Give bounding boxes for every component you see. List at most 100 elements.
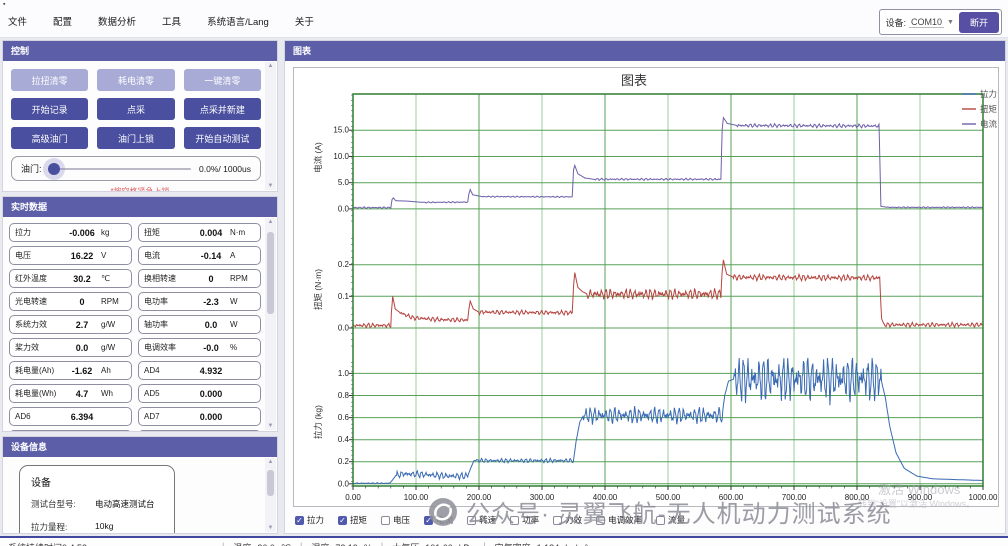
chart-title: 图表 <box>621 73 647 88</box>
status-metrics: | 温度26.0℃ | 湿度72.19% | 大气压101.60kPa | 空气密度1.184… <box>213 541 588 546</box>
menu-bar: 文件 配置 数据分析 工具 系统语言/Lang 关于 <box>8 14 314 28</box>
checkbox-checked-icon[interactable]: ✓ <box>295 515 304 525</box>
rt-field-label: AD4 <box>144 366 160 375</box>
series-checkbox-torque[interactable]: ✓ 扭矩 <box>338 514 367 526</box>
rt-field-unit: N·m <box>230 228 246 237</box>
menu-config[interactable]: 配置 <box>53 14 72 28</box>
realtime-scrollbar[interactable]: ▲ ▼ <box>265 218 276 430</box>
series-checkbox-power[interactable]: 功率 <box>510 514 539 526</box>
x-tick-label: 200.00 <box>467 493 492 502</box>
rt-field-label: AD7 <box>144 412 160 421</box>
y-tick-label: 1.0 <box>338 369 350 378</box>
checkbox-unchecked-icon[interactable] <box>467 515 477 525</box>
rt-field-label: AD5 <box>144 389 160 398</box>
series-checkbox-label: 电流 <box>436 515 454 525</box>
zero-thrust-torque-button[interactable]: 拉扭清零 <box>11 69 89 91</box>
rt-field-unit: W <box>230 320 238 329</box>
scroll-up-icon[interactable]: ▲ <box>265 219 276 225</box>
series-checkbox-esc-efficiency[interactable]: 电调效率 <box>596 514 642 526</box>
checkbox-unchecked-icon[interactable] <box>596 515 606 525</box>
checkbox-unchecked-icon[interactable] <box>381 515 391 525</box>
rt-field-current: 电流 -0.14 A <box>138 246 261 265</box>
throttle-label: 油门: <box>21 164 42 174</box>
rt-field-label: 桨力效 <box>15 343 39 352</box>
rt-field-label: 耗电量(Ah) <box>15 366 55 375</box>
disconnect-button[interactable]: 断开 <box>958 11 999 33</box>
throttle-slider-box: 油门: 0.0%/ 1000us <box>11 156 261 181</box>
rt-field-label: 光电转速 <box>15 297 47 306</box>
checkbox-checked-icon[interactable]: ✓ <box>424 515 434 525</box>
y-tick-label: 0.2 <box>338 457 350 466</box>
x-tick-label: 400.00 <box>593 493 618 502</box>
scroll-down-icon[interactable]: ▼ <box>265 183 276 189</box>
rt-field-unit: RPM <box>230 274 248 283</box>
menu-tools[interactable]: 工具 <box>162 14 181 28</box>
y-axis-label-thrust: 拉力 (kg) <box>313 405 323 439</box>
zero-all-button[interactable]: 一键清零 <box>183 69 261 91</box>
status-temperature: 温度26.0℃ <box>233 541 291 546</box>
status-separator: | <box>222 541 225 546</box>
point-sample-new-button[interactable]: 点采并新建 <box>183 98 261 120</box>
scroll-up-icon[interactable]: ▲ <box>265 459 276 465</box>
scrollbar-thumb[interactable] <box>267 470 274 496</box>
series-checkbox-label: 转速 <box>479 515 497 525</box>
throttle-slider-thumb[interactable] <box>47 162 60 175</box>
scroll-down-icon[interactable]: ▼ <box>265 525 276 531</box>
checkbox-unchecked-icon[interactable] <box>510 515 520 525</box>
y-tick-label: 0.0 <box>338 204 350 213</box>
top-bar: ▪ 文件 配置 数据分析 工具 系统语言/Lang 关于 设备: COM10 ▼ 断开 <box>0 0 1008 38</box>
menu-language[interactable]: 系统语言/Lang <box>207 14 269 28</box>
rt-field-value: 0.000 <box>199 388 223 399</box>
rt-field-label: 拉力 <box>15 228 31 237</box>
rt-field-comm-rpm: 换相转速 0 RPM <box>138 269 261 288</box>
series-checkbox-thrust[interactable]: ✓ 拉力 <box>295 514 324 526</box>
scrollbar-thumb[interactable] <box>267 232 274 314</box>
point-sample-button[interactable]: 点采 <box>97 98 175 120</box>
throttle-lock-button[interactable]: 油门上锁 <box>97 127 175 149</box>
menu-about[interactable]: 关于 <box>295 14 314 28</box>
checkbox-unchecked-icon[interactable] <box>656 515 666 525</box>
rt-field-value: -2.3 <box>203 296 219 307</box>
rt-field-value: 0 <box>79 296 85 307</box>
checkbox-checked-icon[interactable]: ✓ <box>338 515 348 525</box>
series-checkbox-current[interactable]: ✓ 电流 <box>424 514 453 526</box>
series-checkbox-flow[interactable]: 流量 <box>656 514 685 526</box>
throttle-value: 0.0%/ 1000us <box>199 163 251 174</box>
realtime-panel-header: 实时数据 <box>3 197 277 217</box>
series-checkbox-label: 电压 <box>393 515 411 525</box>
start-auto-test-button[interactable]: 开始自动测试 <box>183 127 261 149</box>
series-checkbox-rpm[interactable]: 转速 <box>467 514 496 526</box>
rt-field-ad4: AD4 4.932 <box>138 361 261 380</box>
y-tick-label: 5.0 <box>338 178 350 187</box>
control-scrollbar[interactable]: ▲ ▼ <box>265 62 276 190</box>
series-checkbox-efficiency[interactable]: 力效 <box>553 514 582 526</box>
chevron-down-icon[interactable]: ▼ <box>947 19 954 26</box>
menu-file[interactable]: 文件 <box>8 14 27 28</box>
rt-field-value: -1.62 <box>71 365 93 376</box>
menu-data-analysis[interactable]: 数据分析 <box>98 14 136 28</box>
series-checkbox-label: 拉力 <box>307 515 325 525</box>
advanced-throttle-button[interactable]: 高级油门 <box>11 127 89 149</box>
start-record-button[interactable]: 开始记录 <box>11 98 89 120</box>
device-port-select[interactable]: COM10 <box>909 17 945 28</box>
device-connection-group: 设备: COM10 ▼ 断开 <box>878 9 1002 35</box>
legend-label: 电流 <box>980 119 998 129</box>
checkbox-unchecked-icon[interactable] <box>553 515 563 525</box>
rt-field-sys-efficiency: 系统力效 2.7 g/W <box>9 315 132 334</box>
rt-field-unit: V <box>101 251 107 260</box>
realtime-data-panel: 实时数据 拉力 -0.006 kg 扭矩 0.004 N·m 电压 16.22 V 电流 -0.14… <box>2 196 278 432</box>
rt-field-value: -0.14 <box>200 250 222 261</box>
device-info-panel-header: 设备信息 <box>3 437 277 457</box>
chart-panel: 图表 0.0 5.0 10.0 15.0 电流 (A) 0.0 0.1 0.2 扭矩 (N·m)… <box>284 40 1006 534</box>
zero-consumption-button[interactable]: 耗电清零 <box>97 69 175 91</box>
x-tick-label: 600.00 <box>719 493 744 502</box>
rt-field-label: 电功率 <box>144 297 168 306</box>
rt-field-consumed-ah: 耗电量(Ah) -1.62 Ah <box>9 361 132 380</box>
scroll-up-icon[interactable]: ▲ <box>265 63 276 69</box>
throttle-slider[interactable] <box>47 162 192 175</box>
series-checkbox-voltage[interactable]: 电压 <box>381 514 410 526</box>
scroll-down-icon[interactable]: ▼ <box>265 423 276 429</box>
rt-field-value: 4.7 <box>75 388 89 399</box>
rt-field-unit: W <box>230 297 238 306</box>
device-info-scrollbar[interactable]: ▲ ▼ <box>265 458 276 532</box>
